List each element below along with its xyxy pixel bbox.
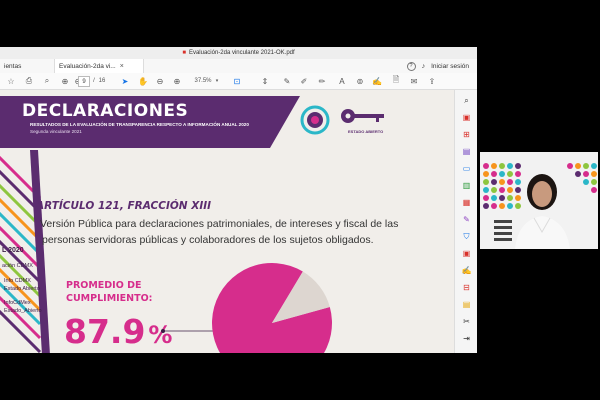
pdf-toolbar: ☆ ⎙ ⌕ ⊕ ⊖ 9 / 16 ➤ ✋ ⊖ ⊕ 37.5% ▾ ⊡ ⇕ ✎ ✐… [0,73,477,90]
promedio-number: 87.9 [64,312,146,351]
scan-icon[interactable]: ▤ [461,299,472,310]
slide-body-line-2: personas servidoras públicas y colaborad… [42,234,374,246]
promedio-value: 87.9% [64,315,172,348]
comment-icon[interactable]: ✎ [282,75,292,87]
sign-icon[interactable]: ✍ [372,75,382,87]
page-up-icon[interactable]: ⊕ [60,75,70,87]
mail-icon[interactable]: ✉ [409,75,419,87]
text-icon[interactable]: Ａ [337,75,347,87]
side-text-org: ación CDMX [2,263,33,269]
save-icon[interactable]: 🗎 [391,75,401,87]
slide-heading: ARTÍCULO 121, FRACCIÓN XIII [36,200,212,212]
combine-icon[interactable]: ▥ [461,180,472,191]
stamp-icon[interactable]: ⊚ [355,75,365,87]
side-text-handle-1: InfoCdMex [4,300,31,306]
pdf-file-icon: ■ [182,50,186,56]
help-icon[interactable]: ? [406,61,416,71]
banner-subtitle: RESULTADOS DE LA EVALUACIÓN DE TRANSPARE… [30,122,249,127]
protect-icon[interactable]: ⛉ [461,231,472,242]
fill-sign-icon[interactable]: ✍ [461,265,472,276]
pdf-viewer-window: ■ Evaluación-2da vinculante 2021-OK.pdf … [0,47,477,353]
export-pdf-icon[interactable]: ▣ [461,112,472,123]
header-actions: ? ♪ Iniciar sesión [406,59,469,73]
video-participant-tile [480,152,598,249]
tab-tools[interactable]: ientas [0,59,60,73]
zoom-select[interactable]: 37.5% [192,75,214,87]
chevron-down-icon[interactable]: ▾ [214,75,220,87]
bookmark-icon[interactable]: ☆ [6,75,16,87]
slide-banner: DECLARACIONES RESULTADOS DE LA EVALUACIÓ… [0,96,300,148]
organize-icon[interactable]: ▦ [461,197,472,208]
tab-document[interactable]: Evaluación-2da vi... × [54,59,144,73]
participant-background [480,152,598,249]
promedio-label: PROMEDIO DE [66,280,142,291]
search-icon[interactable]: ⌕ [42,75,52,87]
zoom-in-icon[interactable]: ⊕ [172,75,182,87]
bell-icon[interactable]: ♪ [422,63,426,70]
send-icon[interactable]: ⊟ [461,282,472,293]
draw-icon[interactable]: ✏ [317,75,327,87]
page-number-input[interactable]: 9 [78,76,90,87]
promedio-label-2: CUMPLIMIENTO: [66,293,153,304]
close-icon[interactable]: × [120,63,124,70]
edit-pdf-icon[interactable]: ▤ [461,146,472,157]
scroll-mode-icon[interactable]: ⇕ [260,75,270,87]
more-tools-icon[interactable]: ✂ [461,316,472,327]
highlight-icon[interactable]: ✐ [299,75,309,87]
right-tools-sidebar: ⌕ ▣ ⊞ ▤ ▭ ▥ ▦ ✎ ⛉ ▣ ✍ ⊟ ▤ ✂ ⇥ [454,90,477,353]
side-divider [30,150,50,353]
select-tool-icon[interactable]: ➤ [120,75,130,87]
window-title: Evaluación-2da vinculante 2021-OK.pdf [188,50,295,56]
page-total: 16 [98,78,106,84]
tab-tools-label: ientas [4,62,22,70]
signin-button[interactable]: Iniciar sesión [431,63,469,70]
fit-page-icon[interactable]: ⊡ [232,75,242,87]
compress-icon[interactable]: ▣ [461,248,472,259]
tab-document-label: Evaluación-2da vi... [59,62,116,70]
tab-bar: ientas Evaluación-2da vi... × ? ♪ Inicia… [0,59,477,74]
slide-body-line-1: Versión Pública para declaraciones patri… [40,218,399,230]
side-text-handle-2: Estado_Abierto [4,308,42,314]
expand-icon[interactable]: ⇥ [461,333,472,344]
comment-icon[interactable]: ▭ [461,163,472,174]
anniversary-logo [300,105,330,135]
compliance-pie-chart [212,263,332,353]
hand-tool-icon[interactable]: ✋ [138,75,148,87]
document-page: DECLARACIONES RESULTADOS DE LA EVALUACIÓ… [0,90,454,353]
logo-estado-abierto: ESTADO ABIERTO [348,129,384,134]
redact-icon[interactable]: ✎ [461,214,472,225]
zoom-out-icon[interactable]: ⊖ [155,75,165,87]
side-text-info: Info CDMX [4,278,31,284]
page-separator: / [93,78,95,84]
print-icon[interactable]: ⎙ [24,75,34,87]
side-text-year: L 2020 [2,247,24,254]
banner-title: DECLARACIONES [22,101,189,121]
banner-subtitle-2: Segunda vinculante 2021 [30,129,82,134]
create-pdf-icon[interactable]: ⊞ [461,129,472,140]
side-text-estado: Estado Abierto [4,286,40,292]
key-logo [341,109,384,123]
promedio-unit: % [148,321,173,349]
share-icon[interactable]: ⇪ [427,75,437,87]
search-icon[interactable]: ⌕ [461,95,472,106]
